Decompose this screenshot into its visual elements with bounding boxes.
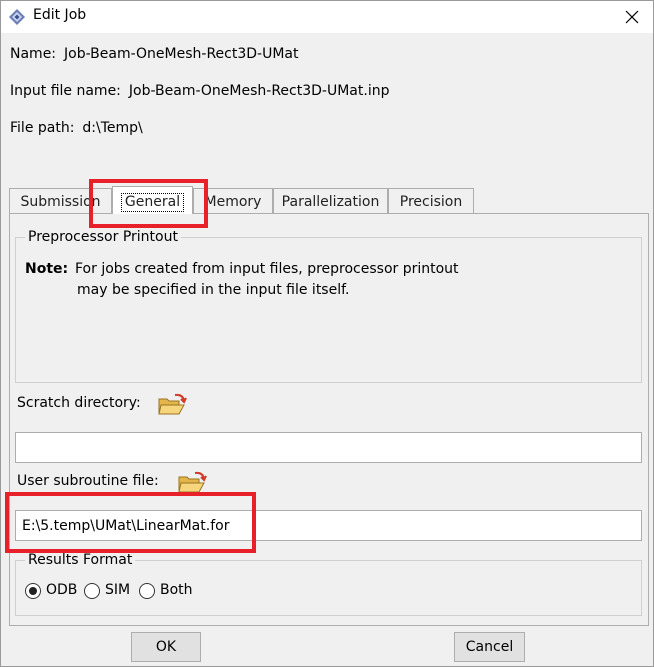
close-button[interactable] (617, 3, 647, 31)
edit-job-dialog: Edit Job Name: Job-Beam-OneMesh-Rect3D-UM… (0, 0, 654, 667)
user-subroutine-label: User subroutine file: (17, 473, 159, 489)
tab-submission[interactable]: Submission (9, 188, 112, 214)
folder-open-icon[interactable] (157, 393, 187, 417)
note-line-2: may be specified in the input file itsel… (77, 282, 350, 298)
title-bar[interactable]: Edit Job (1, 1, 653, 33)
tab-precision[interactable]: Precision (388, 188, 474, 214)
cancel-button[interactable]: Cancel (454, 632, 525, 662)
radio-sim[interactable] (84, 583, 100, 599)
close-icon (625, 10, 639, 24)
user-subroutine-input[interactable] (15, 510, 642, 541)
tab-parallelization[interactable]: Parallelization (273, 188, 388, 214)
results-format-title: Results Format (25, 552, 136, 568)
scratch-directory-label: Scratch directory: (17, 395, 141, 411)
file-path-value: d:\Temp\ (82, 120, 143, 136)
abaqus-icon (8, 8, 26, 26)
input-file-value: Job-Beam-OneMesh-Rect3D-UMat.inp (128, 83, 390, 99)
file-path-row: File path: d:\Temp\ (10, 120, 143, 136)
name-value: Job-Beam-OneMesh-Rect3D-UMat (64, 46, 299, 62)
note-line-1: For jobs created from input files, prepr… (75, 261, 459, 277)
window-title: Edit Job (33, 7, 87, 23)
job-name-row: Name: Job-Beam-OneMesh-Rect3D-UMat (10, 46, 299, 62)
scratch-directory-input[interactable] (15, 432, 642, 463)
radio-both-label[interactable]: Both (160, 582, 193, 598)
name-label: Name: (10, 46, 57, 62)
preprocessor-note: Note: For jobs created from input files, … (25, 259, 459, 301)
radio-both[interactable] (139, 583, 155, 599)
input-file-row: Input file name: Job-Beam-OneMesh-Rect3D-… (10, 83, 389, 99)
file-path-label: File path: (10, 120, 75, 136)
ok-button[interactable]: OK (131, 632, 201, 662)
tab-memory[interactable]: Memory (193, 188, 273, 214)
tab-general[interactable]: General (112, 186, 193, 214)
radio-odb-label[interactable]: ODB (46, 582, 77, 598)
radio-sim-label[interactable]: SIM (105, 582, 130, 598)
preprocessor-printout-title: Preprocessor Printout (25, 229, 181, 245)
radio-odb[interactable] (25, 583, 41, 599)
note-label: Note: (25, 261, 69, 277)
input-file-label: Input file name: (10, 83, 121, 99)
folder-open-icon[interactable] (177, 471, 207, 495)
